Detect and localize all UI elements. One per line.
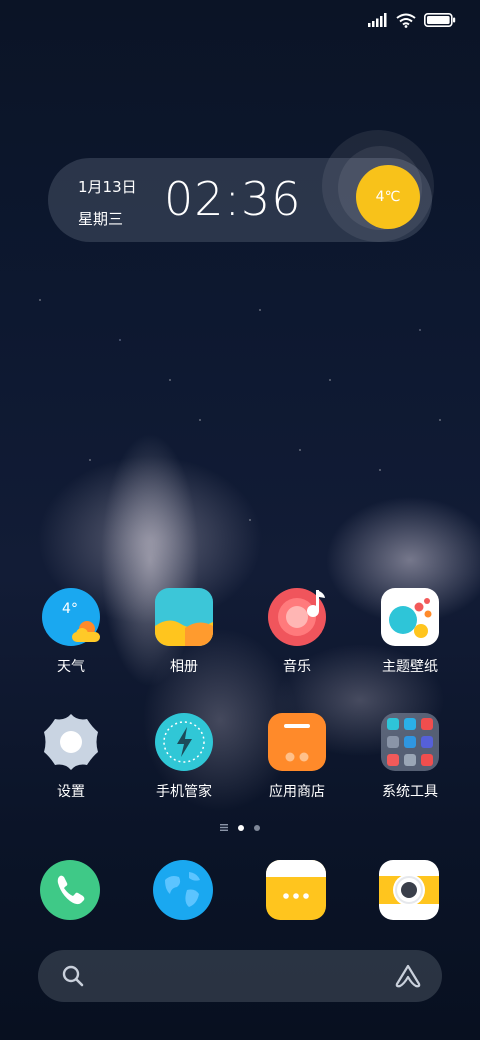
app-settings[interactable]: 设置 xyxy=(21,713,121,801)
app-label: 设置 xyxy=(57,784,85,800)
phone-icon xyxy=(40,860,100,920)
app-gallery[interactable]: 相册 xyxy=(134,588,234,676)
app-themes[interactable]: 主题壁纸 xyxy=(360,588,460,676)
page-dot xyxy=(254,824,260,831)
battery-icon xyxy=(424,13,456,27)
app-label: 系统工具 xyxy=(382,784,438,800)
weather-icon: 4° xyxy=(42,588,100,646)
folder-system-tools[interactable]: 系统工具 xyxy=(360,713,460,801)
sun-icon: 4℃ xyxy=(356,165,420,229)
widget-weekday: 星期三 xyxy=(78,210,124,228)
home-screen: 1月13日 星期三 02:36 4℃ 4° 天气 相册 音乐 主题壁纸 设置 手… xyxy=(0,0,480,1040)
app-store[interactable]: 应用商店 xyxy=(247,713,347,801)
app-label: 应用商店 xyxy=(269,784,325,800)
browser-icon xyxy=(153,860,213,920)
settings-icon xyxy=(42,713,100,771)
menu-lines-icon xyxy=(220,824,228,831)
gallery-icon xyxy=(155,588,213,646)
widget-time: 02:36 xyxy=(164,172,302,226)
dock-camera[interactable] xyxy=(359,860,459,920)
dock-messages[interactable] xyxy=(246,860,346,920)
clock-weather-widget[interactable]: 1月13日 星期三 02:36 4℃ xyxy=(48,130,434,242)
wifi-icon xyxy=(396,13,416,28)
dock-phone[interactable] xyxy=(20,860,120,920)
dock-browser[interactable] xyxy=(133,860,233,920)
signal-icon xyxy=(368,13,387,27)
status-bar xyxy=(368,10,456,30)
tools-folder-icon xyxy=(381,713,439,771)
page-dot-active xyxy=(238,824,244,831)
widget-temperature: 4℃ xyxy=(375,189,401,205)
security-icon xyxy=(155,713,213,771)
music-icon xyxy=(268,588,326,646)
search-icon xyxy=(62,965,84,987)
app-label: 音乐 xyxy=(283,659,311,675)
weather-icon-temp: 4° xyxy=(62,601,78,617)
app-music[interactable]: 音乐 xyxy=(247,588,347,676)
app-label: 相册 xyxy=(170,659,198,675)
assistant-icon[interactable] xyxy=(394,963,422,989)
themes-icon xyxy=(381,588,439,646)
app-label: 天气 xyxy=(57,659,85,675)
app-label: 主题壁纸 xyxy=(382,659,438,675)
app-security[interactable]: 手机管家 xyxy=(134,713,234,801)
page-indicator[interactable] xyxy=(0,824,480,831)
app-weather[interactable]: 4° 天气 xyxy=(21,588,121,676)
messages-icon xyxy=(266,860,326,920)
widget-date: 1月13日 xyxy=(78,178,137,196)
camera-icon xyxy=(379,860,439,920)
search-bar[interactable] xyxy=(38,950,442,1002)
app-store-icon xyxy=(268,713,326,771)
app-label: 手机管家 xyxy=(156,784,212,800)
